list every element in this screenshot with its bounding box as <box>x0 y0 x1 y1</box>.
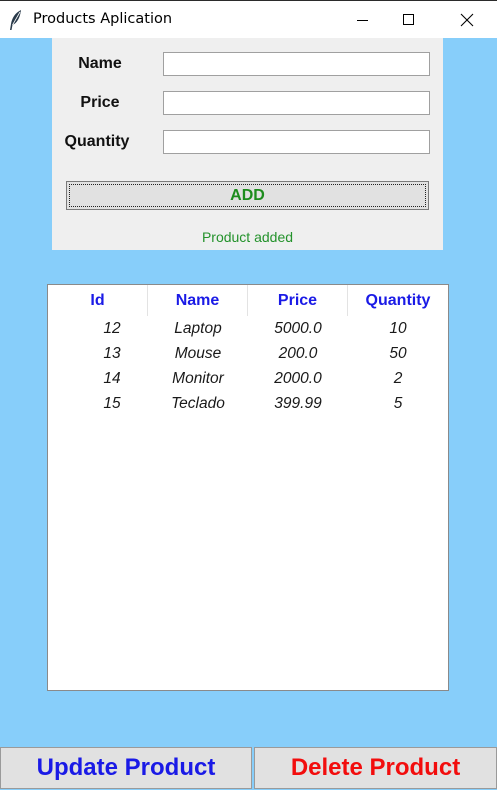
status-message: Product added <box>201 229 294 245</box>
price-input[interactable] <box>163 91 430 115</box>
products-table[interactable]: Id Name Price Quantity 12 Laptop 5000.0 … <box>47 284 449 691</box>
table-row[interactable]: 15 Teclado 399.99 5 <box>48 391 448 416</box>
cell-price: 200.0 <box>278 345 318 362</box>
cell-price: 5000.0 <box>274 320 322 337</box>
column-header-name[interactable]: Name <box>148 285 248 316</box>
product-form: Name Price Quantity ADD Product added <box>52 38 443 250</box>
update-product-button[interactable]: Update Product <box>0 747 252 789</box>
cell-id: 12 <box>103 320 121 337</box>
column-header-id[interactable]: Id <box>48 285 148 316</box>
name-label: Name <box>78 55 122 72</box>
app-window: Products Aplication Name Price Quantity … <box>0 0 497 790</box>
title-bar: Products Aplication <box>0 0 497 38</box>
add-button[interactable]: ADD <box>66 181 429 210</box>
maximize-icon <box>403 14 414 25</box>
table-row[interactable]: 13 Mouse 200.0 50 <box>48 341 448 366</box>
cell-quantity: 2 <box>393 370 403 387</box>
cell-name: Teclado <box>171 395 225 412</box>
cell-quantity: 10 <box>389 320 407 337</box>
cell-price: 399.99 <box>274 395 322 412</box>
cell-quantity: 5 <box>393 395 403 412</box>
table-row[interactable]: 14 Monitor 2000.0 2 <box>48 366 448 391</box>
table-row[interactable]: 12 Laptop 5000.0 10 <box>48 316 448 341</box>
minimize-icon <box>357 20 368 21</box>
cell-name: Laptop <box>174 320 222 337</box>
quantity-input[interactable] <box>163 130 430 154</box>
price-label: Price <box>80 94 120 111</box>
close-button[interactable] <box>444 1 490 38</box>
close-icon <box>460 13 474 27</box>
window-title: Products Aplication <box>33 11 173 27</box>
cell-id: 15 <box>103 395 121 412</box>
column-header-price[interactable]: Price <box>248 285 348 316</box>
delete-product-button[interactable]: Delete Product <box>254 747 497 789</box>
cell-quantity: 50 <box>389 345 407 362</box>
minimize-button[interactable] <box>340 1 386 38</box>
feather-icon <box>9 9 23 31</box>
table-header: Id Name Price Quantity <box>48 285 448 316</box>
cell-id: 13 <box>103 345 121 362</box>
cell-id: 14 <box>103 370 121 387</box>
cell-name: Mouse <box>174 345 222 362</box>
column-header-quantity[interactable]: Quantity <box>348 285 448 316</box>
quantity-label: Quantity <box>64 133 130 150</box>
maximize-button[interactable] <box>386 1 432 38</box>
cell-price: 2000.0 <box>274 370 322 387</box>
cell-name: Monitor <box>172 370 224 387</box>
name-input[interactable] <box>163 52 430 76</box>
